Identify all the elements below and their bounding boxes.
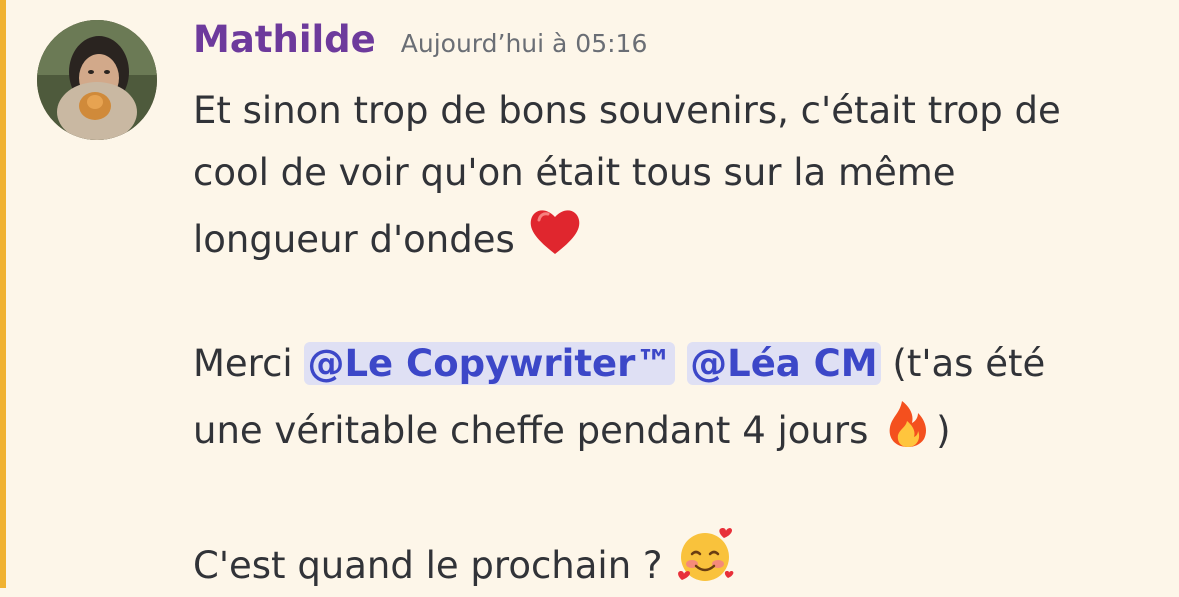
message-line: une véritable cheffe pendant 4 jours ) (193, 395, 1163, 462)
highlight-accent-bar (0, 0, 6, 588)
smiling-face-with-hearts-emoji[interactable] (674, 524, 736, 586)
message-line: C'est quand le prochain ? (193, 524, 1163, 597)
user-mention-le-copywriter[interactable]: @Le Copywriter™ (304, 342, 676, 385)
user-mention-lea-cm[interactable]: @Léa CM (687, 342, 881, 385)
message-line: Merci @Le Copywriter™ @Léa CM (t'as été (193, 342, 1046, 385)
red-heart-emoji[interactable] (527, 204, 583, 260)
message-header: Mathilde Aujourd’hui à 05:16 (193, 18, 647, 68)
message-line: cool de voir qu'on était tous sur la mêm… (193, 151, 956, 194)
fire-emoji[interactable] (880, 395, 936, 451)
message-content: Et sinon trop de bons souvenirs, c'était… (193, 80, 1163, 597)
username[interactable]: Mathilde (193, 18, 376, 61)
message-line: Et sinon trop de bons souvenirs, c'était… (193, 89, 1061, 132)
timestamp[interactable]: Aujourd’hui à 05:16 (401, 29, 648, 58)
message-line: longueur d'ondes (193, 204, 1163, 271)
avatar[interactable] (37, 20, 157, 140)
